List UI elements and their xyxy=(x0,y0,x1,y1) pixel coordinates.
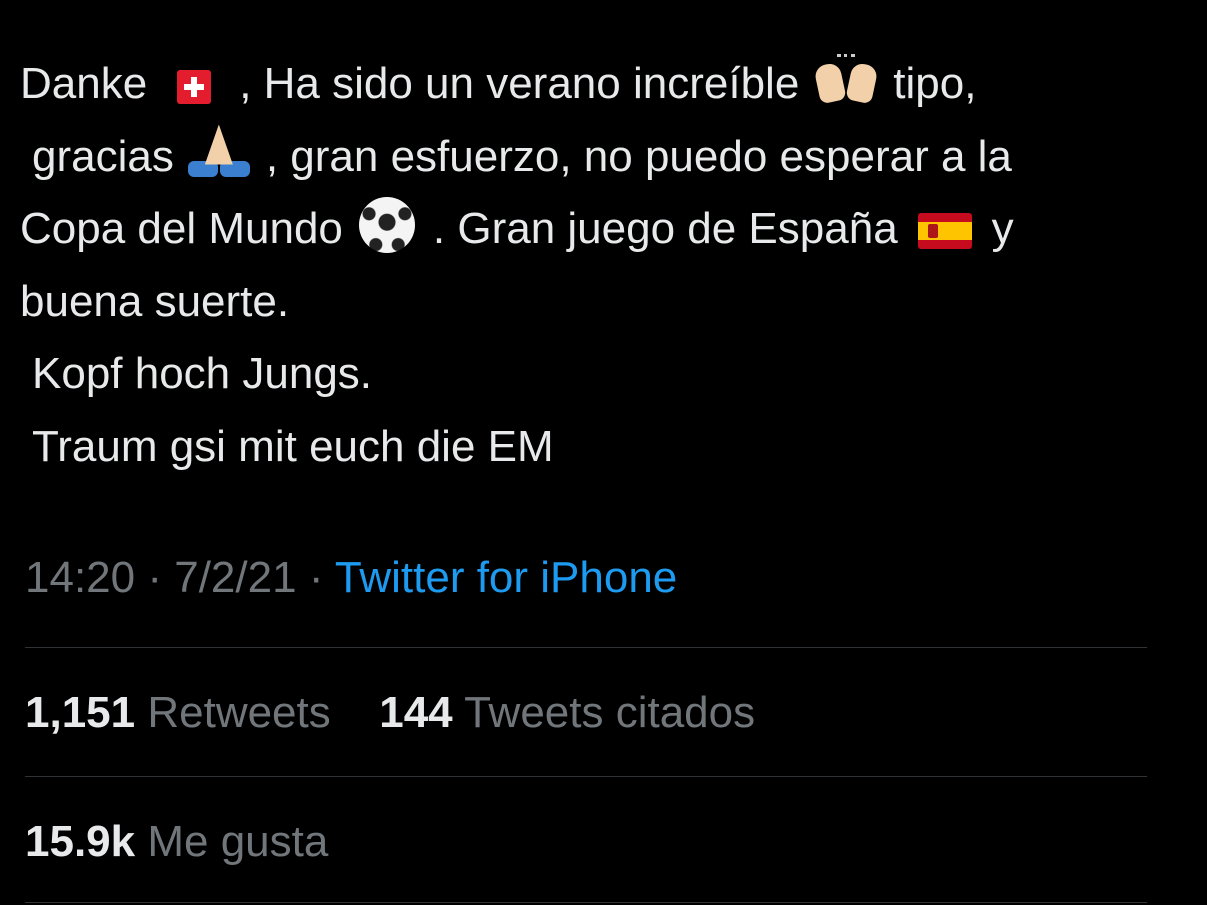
tweet-text: Danke, Ha sido un verano increíble tipo, … xyxy=(20,48,1180,483)
retweets-count: 1,151 xyxy=(25,688,136,737)
raised-hands-icon xyxy=(813,54,879,105)
divider xyxy=(25,902,1147,903)
tweet-text-segment: buena suerte. xyxy=(20,276,290,326)
retweets-stat[interactable]: 1,151 Retweets xyxy=(25,688,343,737)
tweet-text-segment: Kopf hoch Jungs. xyxy=(32,349,373,398)
tweet-line-1: Danke , Ha sido un verano increíble tipo, xyxy=(20,48,1180,121)
tweet-text-segment: , Ha sido un verano increíble xyxy=(239,59,800,108)
tweet-time[interactable]: 14:20 xyxy=(25,553,135,602)
retweet-stats-row: 1,151 Retweets 144 Tweets citados xyxy=(25,688,755,738)
tweet-text-segment: Danke xyxy=(20,59,148,108)
tweet-text-segment: . Gran juego de España xyxy=(432,204,898,253)
swiss-flag-icon xyxy=(177,70,212,104)
tweet-text-segment: , gran esfuerzo, no puedo esperar a la xyxy=(265,131,1012,181)
quotes-count: 144 xyxy=(379,688,453,737)
tweet-text-segment: y xyxy=(991,204,1014,253)
likes-stats-row: 15.9k Me gusta xyxy=(25,817,328,867)
divider xyxy=(25,776,1147,777)
tweet-meta: 14:20 · 7/2/21 · Twitter for iPhone xyxy=(25,553,677,603)
meta-separator: · xyxy=(308,553,324,602)
tweet-line-3: Copa del Mundo . Gran juego de España y xyxy=(20,193,1180,266)
quotes-label: Tweets citados xyxy=(464,688,756,737)
tweet-text-segment: Traum gsi mit euch die EM xyxy=(32,421,554,471)
tweet-date[interactable]: 7/2/21 xyxy=(174,553,296,602)
tweet-line-4: buena suerte. xyxy=(20,266,1180,339)
tweet-text-segment: tipo, xyxy=(893,59,977,108)
soccer-ball-icon xyxy=(358,197,415,253)
folded-hands-icon xyxy=(187,124,250,177)
meta-separator: · xyxy=(147,553,162,602)
tweet-text-segment: Copa del Mundo xyxy=(20,204,343,253)
divider xyxy=(25,647,1147,648)
retweets-label: Retweets xyxy=(147,688,331,737)
tweet-line-6: Traum gsi mit euch die EM xyxy=(20,411,1180,484)
tweet-text-segment: gracias xyxy=(32,131,174,181)
likes-label: Me gusta xyxy=(147,817,329,866)
quotes-stat[interactable]: 144 Tweets citados xyxy=(379,688,755,737)
likes-count: 15.9k xyxy=(25,817,136,866)
spain-flag-icon xyxy=(917,213,972,249)
tweet-source-link[interactable]: Twitter for iPhone xyxy=(335,553,677,602)
tweet-line-5: Kopf hoch Jungs. xyxy=(20,338,1180,411)
likes-stat[interactable]: 15.9k Me gusta xyxy=(25,817,328,866)
tweet-line-2: gracias , gran esfuerzo, no puedo esperar… xyxy=(20,121,1180,194)
